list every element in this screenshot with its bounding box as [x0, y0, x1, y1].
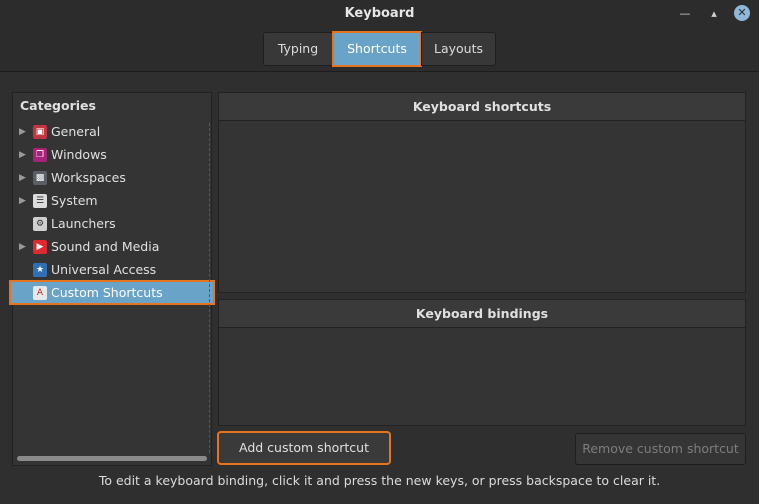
title-bar: Keyboard — ▴ ✕ Typing Shortcuts Layouts [0, 0, 759, 72]
window-title: Keyboard [344, 6, 415, 21]
universal-access-icon: ★ [33, 262, 47, 277]
horizontal-scrollbar[interactable] [17, 456, 207, 461]
hint-text: To edit a keyboard binding, click it and… [98, 473, 661, 488]
general-icon: ▣ [33, 124, 47, 139]
category-label: Universal Access [51, 262, 157, 277]
category-custom-shortcuts[interactable]: A Custom Shortcuts [9, 280, 215, 305]
custom-shortcuts-icon: A [33, 285, 47, 300]
category-universal-access[interactable]: ★ Universal Access [13, 258, 211, 281]
expand-arrow-icon[interactable]: ▶ [19, 242, 33, 252]
category-label: Workspaces [51, 170, 126, 185]
keyboard-bindings-panel: Keyboard bindings [218, 299, 746, 426]
column-divider[interactable] [209, 123, 210, 453]
remove-custom-shortcut-button[interactable]: Remove custom shortcut [575, 433, 746, 465]
category-label: System [51, 193, 98, 208]
expand-arrow-icon[interactable]: ▶ [19, 173, 33, 183]
category-label: Custom Shortcuts [51, 285, 163, 300]
keyboard-shortcuts-header: Keyboard shortcuts [219, 93, 745, 121]
tab-typing[interactable]: Typing [263, 32, 333, 66]
tab-shortcuts[interactable]: Shortcuts [332, 31, 422, 67]
category-label: Launchers [51, 216, 116, 231]
keyboard-bindings-header: Keyboard bindings [219, 300, 745, 328]
category-label: Sound and Media [51, 239, 160, 254]
add-custom-shortcut-button[interactable]: Add custom shortcut [217, 431, 391, 465]
category-sound-and-media[interactable]: ▶ ▶ Sound and Media [13, 235, 211, 258]
windows-icon: ❐ [33, 147, 47, 162]
expand-arrow-icon[interactable]: ▶ [19, 150, 33, 160]
category-general[interactable]: ▶ ▣ General [13, 120, 211, 143]
keyboard-shortcuts-panel: Keyboard shortcuts [218, 92, 746, 293]
tab-layouts[interactable]: Layouts [421, 32, 496, 66]
category-label: General [51, 124, 101, 139]
close-icon: ✕ [734, 5, 750, 21]
expand-arrow-icon[interactable]: ▶ [19, 127, 33, 137]
minimize-icon[interactable]: — [676, 4, 694, 22]
workspaces-icon: ▩ [33, 170, 47, 185]
maximize-icon[interactable]: ▴ [705, 4, 723, 22]
categories-panel: Categories ▶ ▣ General ▶ ❐ Windows ▶ ▩ W… [9, 92, 215, 466]
tab-bar: Typing Shortcuts Layouts [263, 31, 496, 67]
categories-header: Categories [20, 98, 96, 113]
expand-arrow-icon[interactable]: ▶ [19, 196, 33, 206]
sound-media-icon: ▶ [33, 239, 47, 254]
category-workspaces[interactable]: ▶ ▩ Workspaces [13, 166, 211, 189]
system-icon: ☰ [33, 193, 47, 208]
category-launchers[interactable]: ⚙ Launchers [13, 212, 211, 235]
category-label: Windows [51, 147, 107, 162]
category-system[interactable]: ▶ ☰ System [13, 189, 211, 212]
category-windows[interactable]: ▶ ❐ Windows [13, 143, 211, 166]
launchers-icon: ⚙ [33, 216, 47, 231]
close-button[interactable]: ✕ [733, 4, 751, 22]
categories-list: ▶ ▣ General ▶ ❐ Windows ▶ ▩ Workspaces ▶… [9, 120, 215, 305]
